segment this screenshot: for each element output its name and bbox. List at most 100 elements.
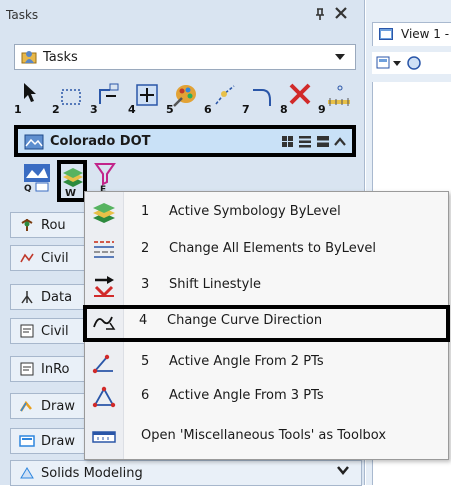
angle-2pt-icon <box>92 354 113 374</box>
menu-item-number: 6 <box>141 388 150 403</box>
misc-tools-menu: 1 Active Symbology ByLevel 2 Change All … <box>83 191 450 460</box>
view-mode-icons[interactable] <box>282 135 352 149</box>
task-toolbar: 1 2 3 4 5 6 7 8 9 <box>14 80 356 118</box>
menu-item-open-as-toolbox[interactable]: Open 'Miscellaneous Tools' as Toolbox <box>85 420 448 453</box>
task-dropdown[interactable]: Tasks <box>14 44 356 70</box>
survey-icon <box>21 291 33 304</box>
task-item-label: Draw <box>41 434 75 449</box>
task-item-label: InRo <box>41 362 70 377</box>
fillet-icon <box>253 89 271 106</box>
task-item-label: Civil <box>41 324 69 339</box>
manipulate-icon <box>99 83 119 104</box>
solids-icon <box>20 467 34 479</box>
tool-number: 1 <box>14 103 22 116</box>
paint-icon <box>173 85 196 107</box>
menu-item-label: Active Symbology ByLevel <box>169 204 341 219</box>
grid-view-icon <box>282 136 293 147</box>
tab-view-1[interactable]: View 1 - <box>372 22 451 46</box>
menu-item-active-angle-3pts[interactable]: 6 Active Angle From 3 PTs <box>85 380 448 413</box>
menu-item-label: Change Curve Direction <box>167 313 323 328</box>
tool-manipulate[interactable]: 3 <box>90 80 126 118</box>
linestyle-arrow-icon <box>94 276 114 297</box>
settings-file-icon[interactable]: Q <box>22 162 52 192</box>
misc-tools-letter: W <box>65 188 77 199</box>
tool-number: 2 <box>52 103 60 116</box>
inroads-icon <box>20 362 34 376</box>
civil-icon <box>20 253 34 263</box>
modify-icon <box>136 84 158 106</box>
pin-icon[interactable] <box>313 7 327 21</box>
menu-item-number: 3 <box>141 277 150 292</box>
menu-item-active-symbology-bylevel[interactable]: 1 Active Symbology ByLevel <box>85 196 448 229</box>
group-header-colorado-dot[interactable]: Colorado DOT <box>14 125 356 157</box>
tool-delete-part[interactable]: 6 <box>204 80 240 118</box>
curve-direction-icon <box>93 316 116 330</box>
tool-change-attributes[interactable]: 5 <box>166 80 202 118</box>
menu-item-active-angle-2pts[interactable]: 5 Active Angle From 2 PTs <box>85 346 448 379</box>
menu-item-label: Shift Linestyle <box>169 277 261 292</box>
chevron-up-icon <box>334 137 346 146</box>
menu-item-change-curve-direction[interactable]: 4 Change Curve Direction <box>83 305 450 342</box>
tool-fence[interactable]: 2 <box>52 80 88 118</box>
group-title: Colorado DOT <box>50 134 151 149</box>
view-toolbar <box>372 52 451 74</box>
level-lines-icon <box>94 241 114 258</box>
task-item-label: Civil <box>41 251 69 266</box>
misc-tools-button[interactable]: W <box>57 160 87 202</box>
tool-fillet[interactable]: 7 <box>242 80 278 118</box>
task-dropdown-value: Tasks <box>43 50 78 65</box>
task-item-label: Data <box>41 290 73 305</box>
drawing-sheet-icon <box>19 435 35 447</box>
menu-item-change-all-to-bylevel[interactable]: 2 Change All Elements to ByLevel <box>85 233 448 266</box>
task-item-label: Rou <box>41 218 66 233</box>
tool-modify[interactable]: 4 <box>128 80 164 118</box>
tool-measure[interactable]: 9 <box>318 80 354 118</box>
map-icon <box>24 134 44 150</box>
task-item-solids-modeling[interactable]: Solids Modeling <box>10 460 362 486</box>
view-attributes-icon[interactable] <box>376 55 402 71</box>
tool-number: 9 <box>318 103 326 116</box>
task-item-label: Solids Modeling <box>41 466 143 481</box>
menu-item-number: 4 <box>139 313 148 328</box>
menu-item-label: Open 'Miscellaneous Tools' as Toolbox <box>141 428 387 443</box>
road-icon <box>21 218 33 231</box>
filter-icon[interactable]: E <box>94 162 116 192</box>
delete-x-icon <box>289 83 311 105</box>
menu-item-number: 2 <box>141 241 150 256</box>
select-arrow-icon <box>24 83 36 102</box>
tool-select[interactable]: 1 <box>14 80 50 118</box>
menu-item-label: Active Angle From 3 PTs <box>169 388 324 403</box>
list-view-icon <box>299 136 311 148</box>
layers-icon <box>63 168 83 187</box>
tool-number: 6 <box>204 103 212 116</box>
fence-icon <box>61 89 81 105</box>
tasks-icon <box>21 51 37 64</box>
menu-item-number: 5 <box>141 354 150 369</box>
view-tab-label: View 1 - <box>401 27 450 41</box>
angle-3pt-icon <box>92 386 116 408</box>
panel-titlebar: Tasks <box>0 0 364 30</box>
zoom-icon[interactable] <box>406 55 424 71</box>
tool-number: 3 <box>90 103 98 116</box>
measure-icon <box>328 85 350 106</box>
chevron-down-icon[interactable] <box>337 465 349 475</box>
layers-icon <box>93 203 115 223</box>
menu-item-label: Change All Elements to ByLevel <box>169 241 376 256</box>
menu-item-label: Active Angle From 2 PTs <box>169 354 324 369</box>
tool-delete[interactable]: 8 <box>280 80 316 118</box>
delete-part-icon <box>215 85 235 105</box>
tool-number: 7 <box>242 103 250 116</box>
tool-number: 4 <box>128 103 136 116</box>
detail-view-icon <box>317 136 329 147</box>
menu-item-shift-linestyle[interactable]: 3 Shift Linestyle <box>85 269 448 302</box>
chevron-down-icon[interactable] <box>335 54 345 61</box>
civil-doc-icon <box>20 324 34 338</box>
svg-text:Q: Q <box>24 184 32 192</box>
drawing-icon <box>19 400 32 412</box>
toolbox-icon <box>92 431 116 443</box>
panel-title: Tasks <box>6 8 39 22</box>
close-icon[interactable] <box>334 6 348 20</box>
tool-number: 5 <box>166 103 174 116</box>
task-item-label: Draw <box>41 399 75 414</box>
menu-item-number: 1 <box>141 204 150 219</box>
